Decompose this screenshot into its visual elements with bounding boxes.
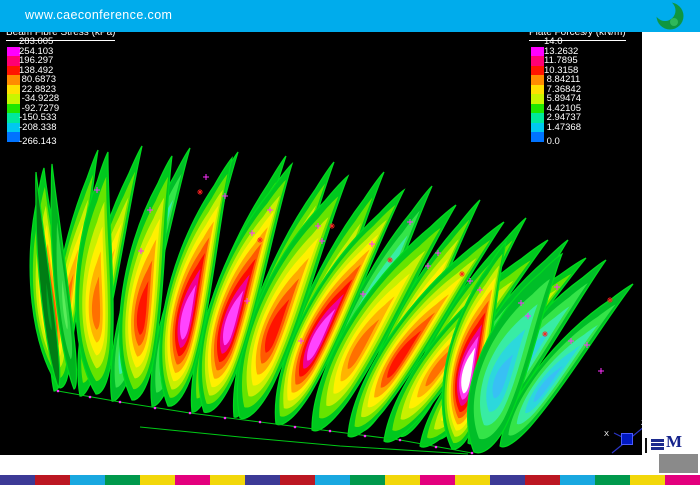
legend-value: 1.47368 [544, 123, 581, 133]
footer-square-magenta [420, 475, 455, 485]
node-star-marker [197, 189, 203, 195]
frame-beam [140, 427, 468, 454]
footer-square-indigo [245, 475, 280, 485]
slide-root: Z X Beam Fibre Stress (kPa) 283.005254.1… [0, 0, 700, 485]
footer-square-red [35, 475, 70, 485]
logo-bar-icon [651, 447, 664, 450]
footer-square-cyan [70, 475, 105, 485]
footer-square-red [280, 475, 315, 485]
footer-square-green [350, 475, 385, 485]
footer-square-cyan [560, 475, 595, 485]
axis-cube-icon [622, 434, 633, 445]
legend-values: 14.013.263211.789510.3158 8.84211 7.3684… [544, 37, 581, 147]
frame-node-dot [329, 430, 332, 433]
legend-value: -208.338 [19, 123, 59, 133]
frame-node-dot [259, 421, 262, 424]
legend-plate-forces: Plate Forces/y (kN/m) 14.013.263211.7895… [529, 32, 642, 41]
logo-gray-block [659, 454, 698, 473]
frame-node-dot [189, 412, 192, 415]
frame-node-dot [435, 446, 438, 449]
legend-value: 0.0 [544, 137, 581, 147]
legend-color-chip [531, 75, 544, 85]
frame-node-dot [224, 417, 227, 420]
partner-logo-mark: M [666, 432, 682, 452]
footer-square-green [595, 475, 630, 485]
legend-values: 283.005254.103196.297138.492 80.6873 22.… [19, 37, 59, 147]
frame-node-dot [119, 401, 122, 404]
legend-color-chip [531, 104, 544, 114]
footer-square-cyan [315, 475, 350, 485]
frame-node-dot [294, 426, 297, 429]
legend-color-chip [531, 56, 544, 66]
footer-square-yellow [210, 475, 245, 485]
legend-value: -266.143 [19, 137, 59, 147]
frame-node-dot [471, 452, 474, 455]
footer-square-magenta [665, 475, 700, 485]
logo-bar-icon [651, 443, 664, 446]
footer-square-yellow [140, 475, 175, 485]
node-cross-marker [203, 174, 209, 180]
conference-swirl-logo-icon [646, 0, 700, 32]
node-cross-marker [598, 368, 604, 374]
legend-color-chip [531, 66, 544, 76]
axis-label-x: X [604, 429, 609, 438]
logo-divider-line [645, 438, 647, 453]
footer-square-yellow [385, 475, 420, 485]
axis-label-z: Z [641, 418, 642, 427]
legend-color-chip [531, 113, 544, 123]
axis-triad: Z X [604, 418, 642, 453]
frame-node-dot [57, 390, 60, 393]
footer-square-indigo [0, 475, 35, 485]
conference-url-link[interactable]: www.caeconference.com [25, 8, 172, 22]
footer-square-yellow [455, 475, 490, 485]
frame-node-dot [89, 396, 92, 399]
footer-square-red [525, 475, 560, 485]
leaf-panels [22, 142, 641, 455]
legend-color-chip [531, 94, 544, 104]
legend-color-chip [531, 132, 544, 142]
footer-square-green [105, 475, 140, 485]
legend-color-scale [531, 47, 544, 142]
legend-color-chip [531, 123, 544, 133]
logo-bar-icon [651, 439, 664, 442]
footer-color-bar [0, 475, 700, 485]
footer-square-yellow [630, 475, 665, 485]
legend-color-chip [531, 85, 544, 95]
viewport-3d[interactable]: Z X Beam Fibre Stress (kPa) 283.005254.1… [0, 32, 642, 455]
frame-node-dot [399, 439, 402, 442]
footer-square-magenta [175, 475, 210, 485]
legend-beam-stress: Beam Fibre Stress (kPa) 283.005254.10319… [6, 32, 124, 41]
header-bar: www.caeconference.com [0, 0, 700, 32]
frame-node-dot [154, 407, 157, 410]
frame-node-dot [364, 435, 367, 438]
legend-color-chip [531, 47, 544, 57]
footer-square-indigo [490, 475, 525, 485]
